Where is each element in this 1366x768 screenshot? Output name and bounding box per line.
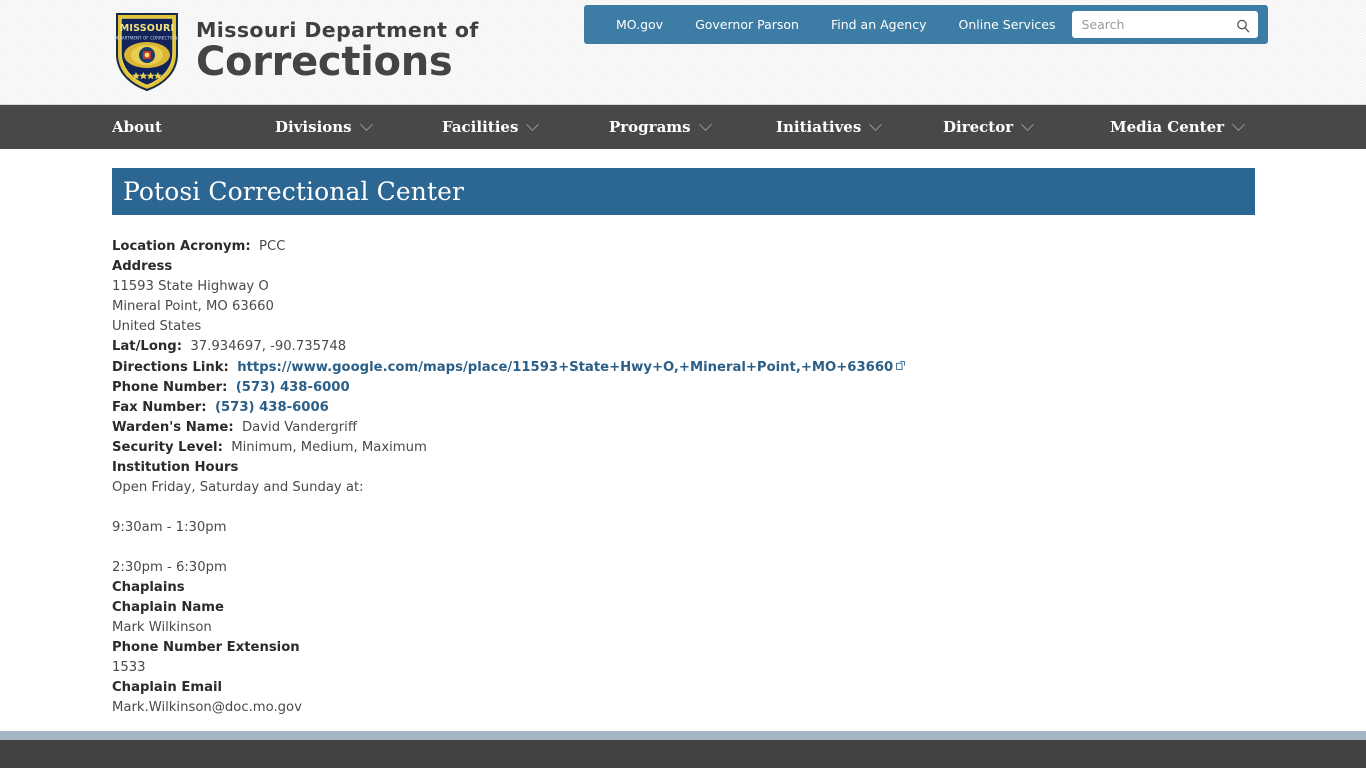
fax-number-link[interactable]: (573) 438-6006 [215, 400, 329, 415]
chevron-down-icon[interactable] [698, 117, 712, 131]
nav-item-director[interactable]: Director [943, 117, 1110, 136]
utility-navigation-bar: MO.gov Governor Parson Find an Agency On… [584, 5, 1268, 44]
util-link-mogov[interactable]: MO.gov [600, 17, 679, 32]
page-title-banner: Potosi Correctional Center [112, 168, 1255, 215]
value-chaplain-email: Mark.Wilkinson@doc.mo.gov [112, 700, 302, 715]
label-chaplain-name: Chaplain Name [112, 600, 224, 615]
page-body: Potosi Correctional Center Location Acro… [0, 168, 1366, 718]
label-fax-number: Fax Number: [112, 400, 207, 415]
nav-item-divisions[interactable]: Divisions [275, 117, 442, 136]
label-directions-link: Directions Link: [112, 360, 229, 375]
nav-label-media-center: Media Center [1110, 118, 1225, 136]
nav-item-programs[interactable]: Programs [609, 117, 776, 136]
page-title: Potosi Correctional Center [123, 177, 465, 206]
label-chaplain-email: Chaplain Email [112, 680, 223, 695]
chevron-down-icon[interactable] [1232, 117, 1245, 131]
value-chaplain-name: Mark Wilkinson [112, 620, 212, 635]
field-location-acronym: Location Acronym: PCC [112, 237, 1255, 257]
nav-item-initiatives[interactable]: Initiatives [776, 117, 943, 136]
field-security-level: Security Level: Minimum, Medium, Maximum [112, 438, 1255, 458]
site-footer [0, 740, 1366, 768]
label-chaplains: Chaplains [112, 580, 185, 595]
chevron-down-icon[interactable] [869, 117, 883, 131]
missouri-doc-shield-icon: MISSOURI DEPARTMENT OF CORRECTIONS [112, 10, 182, 92]
label-location-acronym: Location Acronym: [112, 239, 251, 254]
field-warden-name: Warden's Name: David Vandergriff [112, 418, 1255, 438]
value-hours-slot-1: 9:30am - 1:30pm [112, 520, 227, 535]
nav-label-about: About [112, 118, 162, 136]
chevron-down-icon[interactable] [359, 117, 373, 131]
value-chaplain-phone-extension: 1533 [112, 660, 146, 675]
search-box[interactable] [1071, 11, 1258, 38]
value-address-line-1: 11593 State Highway O [112, 279, 269, 294]
content-container: Potosi Correctional Center Location Acro… [112, 168, 1255, 718]
directions-link[interactable]: https://www.google.com/maps/place/11593+… [237, 360, 893, 375]
label-address: Address [112, 259, 173, 274]
field-phone-number: Phone Number: (573) 438-6000 [112, 378, 1255, 398]
value-address-country: United States [112, 319, 202, 334]
main-navigation: About Divisions Facilities Programs Init… [0, 105, 1366, 149]
brand-line-1: Missouri Department of [196, 17, 479, 42]
svg-text:DEPARTMENT OF CORRECTIONS: DEPARTMENT OF CORRECTIONS [114, 36, 181, 41]
label-institution-hours: Institution Hours [112, 460, 239, 475]
util-link-find-an-agency[interactable]: Find an Agency [815, 17, 943, 32]
util-link-online-services[interactable]: Online Services [942, 17, 1071, 32]
nav-item-about[interactable]: About [112, 118, 275, 136]
chevron-down-icon[interactable] [526, 117, 540, 131]
search-input[interactable] [1071, 11, 1258, 38]
external-link-icon [896, 357, 906, 370]
search-icon[interactable] [1236, 18, 1250, 32]
nav-label-facilities: Facilities [442, 118, 519, 136]
brand-line-2: Corrections [196, 39, 453, 86]
site-logo-brand[interactable]: MISSOURI DEPARTMENT OF CORRECTIONS Misso… [112, 10, 479, 92]
label-security-level: Security Level: [112, 440, 223, 455]
site-header: MISSOURI DEPARTMENT OF CORRECTIONS Misso… [0, 0, 1366, 105]
label-phone-number: Phone Number: [112, 380, 228, 395]
svg-text:MISSOURI: MISSOURI [120, 23, 175, 34]
value-hours-slot-2: 2:30pm - 6:30pm [112, 560, 227, 575]
value-address-line-2: Mineral Point, MO 63660 [112, 299, 274, 314]
nav-item-facilities[interactable]: Facilities [442, 117, 609, 136]
label-warden-name: Warden's Name: [112, 420, 234, 435]
phone-number-link[interactable]: (573) 438-6000 [236, 380, 350, 395]
footer-divider [0, 731, 1366, 740]
nav-item-media-center[interactable]: Media Center [1110, 117, 1245, 136]
chevron-down-icon[interactable] [1021, 117, 1034, 131]
label-chaplain-phone-extension: Phone Number Extension [112, 640, 300, 655]
field-directions-link: Directions Link: https://www.google.com/… [112, 357, 1255, 378]
value-security-level: Minimum, Medium, Maximum [231, 440, 427, 455]
value-location-acronym: PCC [259, 239, 286, 254]
facility-details: Location Acronym: PCC Address 11593 Stat… [112, 237, 1255, 718]
nav-label-initiatives: Initiatives [776, 118, 862, 136]
nav-label-programs: Programs [609, 118, 691, 136]
value-lat-long: 37.934697, -90.735748 [190, 339, 347, 354]
nav-label-divisions: Divisions [275, 118, 352, 136]
footer-gap [0, 718, 1366, 731]
field-lat-long: Lat/Long: 37.934697, -90.735748 [112, 337, 1255, 357]
util-link-governor-parson[interactable]: Governor Parson [679, 17, 815, 32]
nav-label-director: Director [943, 118, 1014, 136]
value-warden-name: David Vandergriff [242, 420, 357, 435]
value-hours-intro: Open Friday, Saturday and Sunday at: [112, 480, 364, 495]
label-lat-long: Lat/Long: [112, 339, 182, 354]
field-fax-number: Fax Number: (573) 438-6006 [112, 398, 1255, 418]
